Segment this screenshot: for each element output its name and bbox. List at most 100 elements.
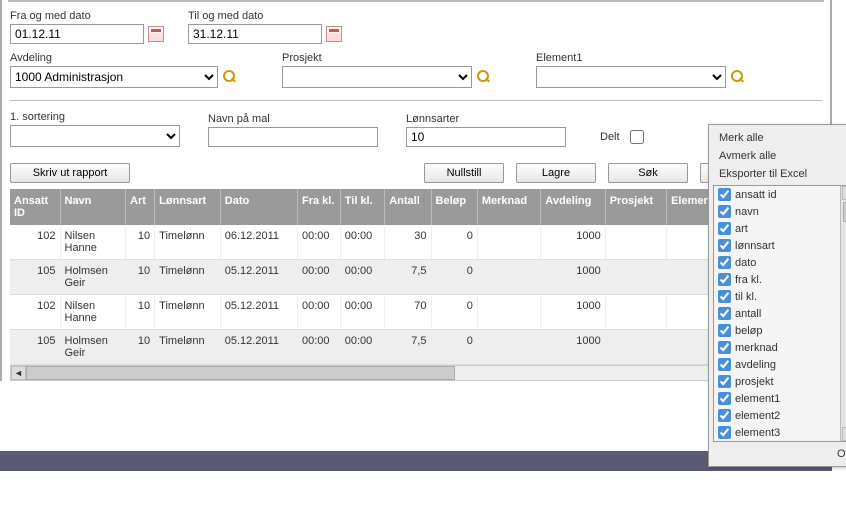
delt-checkbox[interactable] [630,130,644,144]
scroll-thumb[interactable] [843,202,846,222]
table-cell[interactable]: 1000 [541,330,605,365]
ctx-scrollbar[interactable]: ▲ ▼ [840,186,846,441]
column-toggle-item[interactable]: element1 [714,390,846,407]
table-cell[interactable]: 1000 [541,295,605,330]
sok-button[interactable]: Søk [608,163,688,183]
col-art[interactable]: Art [126,189,155,225]
table-cell[interactable]: 102 [10,225,60,260]
column-toggle-item[interactable]: lønnsart [714,237,846,254]
table-cell[interactable]: Holmsen Geir [60,330,126,365]
table-row[interactable]: 105Holmsen Geir10Timelønn05.12.201100:00… [10,330,822,365]
column-checkbox[interactable] [718,290,731,303]
column-checkbox[interactable] [718,188,731,201]
lonnsarter-input[interactable] [406,127,566,147]
table-cell[interactable]: 30 [385,225,431,260]
table-row[interactable]: 102Nilsen Hanne10Timelønn05.12.201100:00… [10,295,822,330]
column-checkbox[interactable] [718,205,731,218]
column-checkbox[interactable] [718,256,731,269]
table-row[interactable]: 105Holmsen Geir10Timelønn05.12.201100:00… [10,260,822,295]
search-icon[interactable] [730,69,746,85]
element1-select[interactable] [536,66,726,88]
merk-alle-item[interactable]: Merk alle [709,129,846,147]
sortering-select[interactable] [10,125,180,147]
column-toggle-item[interactable]: antall [714,305,846,322]
table-cell[interactable]: 105 [10,330,60,365]
table-cell[interactable] [477,260,540,295]
column-checkbox[interactable] [718,222,731,235]
table-cell[interactable] [477,295,540,330]
column-toggle-item[interactable]: dato [714,254,846,271]
column-checkbox[interactable] [718,409,731,422]
column-checkbox[interactable] [718,324,731,337]
column-toggle-item[interactable]: beløp [714,322,846,339]
table-cell[interactable]: Nilsen Hanne [60,295,126,330]
mal-input[interactable] [208,127,378,147]
calendar-icon[interactable] [326,26,342,42]
column-toggle-item[interactable]: element2 [714,407,846,424]
table-cell[interactable]: 0 [431,295,477,330]
column-toggle-item[interactable]: prosjekt [714,373,846,390]
ok-button[interactable]: Ok [709,444,846,462]
column-toggle-item[interactable]: navn [714,203,846,220]
eksport-excel-item[interactable]: Eksporter til Excel [709,165,846,183]
table-cell[interactable]: 105 [10,260,60,295]
table-cell[interactable]: 1000 [541,225,605,260]
table-cell[interactable]: 10 [126,295,155,330]
table-cell[interactable]: 7,5 [385,330,431,365]
col-til-kl[interactable]: Til kl. [340,189,384,225]
table-cell[interactable]: 00:00 [298,330,341,365]
column-toggle-item[interactable]: art [714,220,846,237]
column-checkbox[interactable] [718,358,731,371]
table-cell[interactable]: 0 [431,225,477,260]
col-ansatt-id[interactable]: Ansatt ID [10,189,60,225]
column-checkbox[interactable] [718,307,731,320]
table-cell[interactable] [477,225,540,260]
col-lonnsart[interactable]: Lønnsart [155,189,221,225]
col-navn[interactable]: Navn [60,189,126,225]
table-cell[interactable] [477,330,540,365]
table-cell[interactable]: Nilsen Hanne [60,225,126,260]
column-toggle-item[interactable]: fra kl. [714,271,846,288]
horizontal-scrollbar[interactable]: ◄ ► [10,365,822,381]
til-dato-input[interactable] [188,24,322,44]
calendar-icon[interactable] [148,26,164,42]
table-cell[interactable] [605,260,666,295]
column-checkbox[interactable] [718,341,731,354]
table-cell[interactable]: 05.12.2011 [220,330,297,365]
col-fra-kl[interactable]: Fra kl. [298,189,341,225]
table-row[interactable]: 102Nilsen Hanne10Timelønn06.12.201100:00… [10,225,822,260]
search-icon[interactable] [476,69,492,85]
prosjekt-select[interactable] [282,66,472,88]
table-cell[interactable]: 1000 [541,260,605,295]
column-toggle-item[interactable]: merknad [714,339,846,356]
table-cell[interactable]: 00:00 [340,260,384,295]
table-cell[interactable]: 10 [126,330,155,365]
lagre-button[interactable]: Lagre [516,163,596,183]
table-cell[interactable]: 0 [431,330,477,365]
scroll-left-icon[interactable]: ◄ [11,366,26,380]
col-belop[interactable]: Beløp [431,189,477,225]
table-cell[interactable]: 00:00 [340,225,384,260]
col-prosjekt[interactable]: Prosjekt [605,189,666,225]
table-cell[interactable]: 0 [431,260,477,295]
table-cell[interactable] [605,225,666,260]
table-cell[interactable]: 10 [126,260,155,295]
col-dato[interactable]: Dato [220,189,297,225]
table-cell[interactable]: 00:00 [340,295,384,330]
column-checkbox[interactable] [718,375,731,388]
column-checkbox[interactable] [718,426,731,439]
column-toggle-item[interactable]: element3 [714,424,846,441]
scroll-thumb[interactable] [26,366,455,380]
column-toggle-item[interactable]: avdeling [714,356,846,373]
scroll-down-icon[interactable]: ▼ [842,427,846,441]
table-cell[interactable]: 10 [126,225,155,260]
table-cell[interactable]: 00:00 [298,225,341,260]
table-cell[interactable]: 7,5 [385,260,431,295]
column-checkbox[interactable] [718,273,731,286]
table-cell[interactable]: 00:00 [298,295,341,330]
table-cell[interactable]: 102 [10,295,60,330]
table-cell[interactable]: 05.12.2011 [220,260,297,295]
table-cell[interactable] [605,295,666,330]
table-cell[interactable]: Timelønn [155,225,221,260]
table-cell[interactable]: Holmsen Geir [60,260,126,295]
